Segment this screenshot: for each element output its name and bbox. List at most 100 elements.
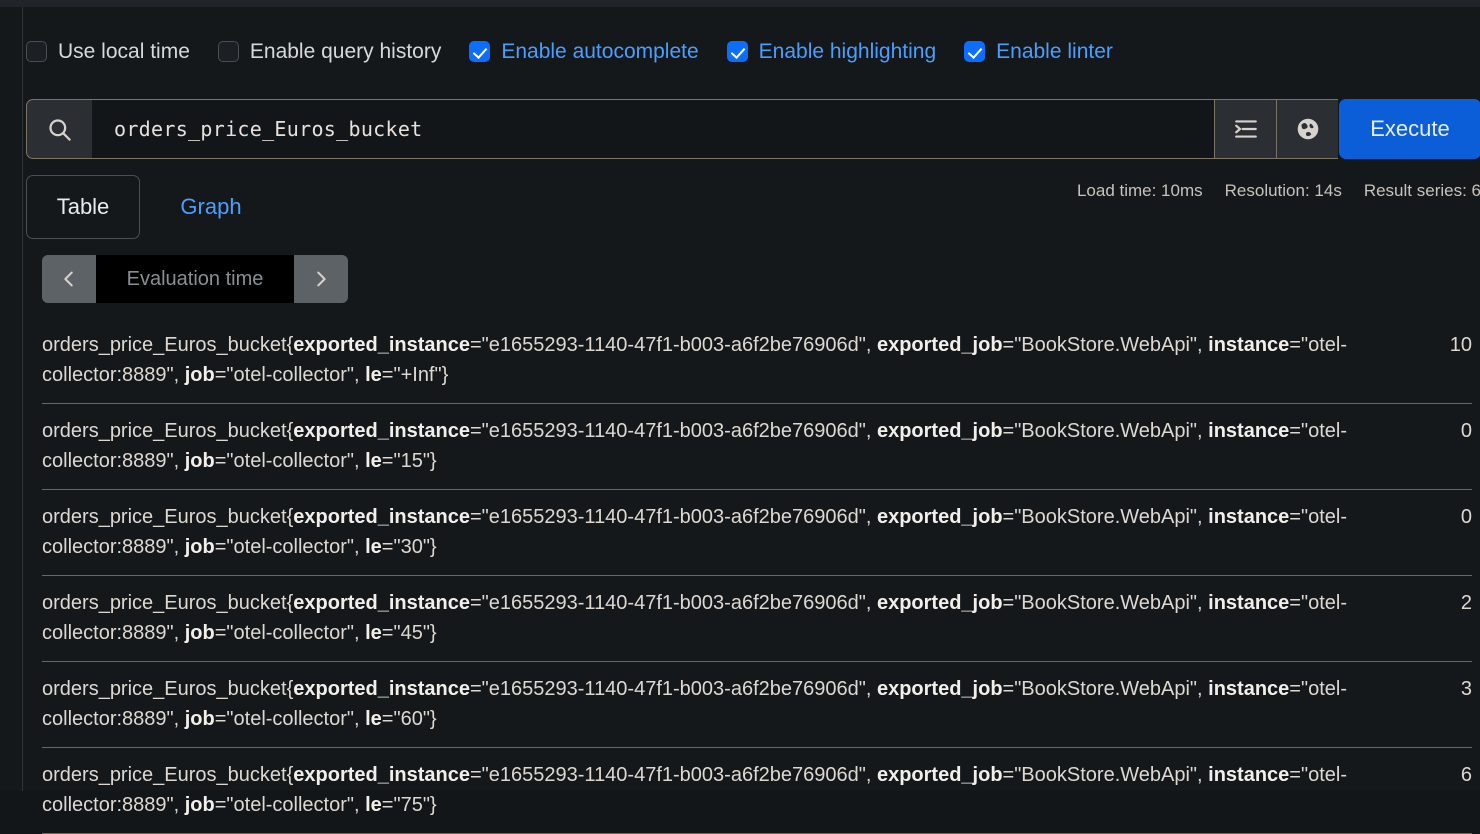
result-tabs-row: Table Graph Load time: 10ms Resolution: … <box>26 175 1480 239</box>
label-value: ="e1655293-1140-47f1-b003-a6f2be76906d", <box>470 592 877 614</box>
label-key: le <box>365 450 382 472</box>
label-key: exported_instance <box>293 764 470 786</box>
label-key: exported_instance <box>293 678 470 700</box>
label-value: ="BookStore.WebApi", <box>1002 506 1209 528</box>
label-value: ="BookStore.WebApi", <box>1002 334 1209 356</box>
checkbox-enable-autocomplete[interactable] <box>469 40 491 62</box>
label-value: ="otel-collector", <box>214 708 366 730</box>
prometheus-expression-browser: Use local time Enable query history Enable… <box>0 0 1480 834</box>
label-key: job <box>184 708 215 730</box>
eval-time-prev-button[interactable] <box>42 255 96 303</box>
evaluation-time-control: Evaluation time <box>42 255 348 303</box>
label-value: ="e1655293-1140-47f1-b003-a6f2be76906d", <box>470 764 877 786</box>
checkbox-enable-linter[interactable] <box>964 40 986 62</box>
option-label: Enable highlighting <box>758 39 937 63</box>
label-key: instance <box>1208 334 1290 356</box>
label-value: ="e1655293-1140-47f1-b003-a6f2be76906d", <box>470 506 877 528</box>
search-button[interactable] <box>26 99 92 159</box>
checkbox-use-local-time[interactable] <box>26 40 47 62</box>
page-top-strip <box>0 0 1480 7</box>
label-key: exported_instance <box>293 592 470 614</box>
query-stats: Load time: 10ms Resolution: 14s Result s… <box>1055 181 1480 201</box>
option-enable-linter[interactable]: Enable linter <box>964 39 1113 63</box>
series-value: 2 <box>1460 592 1472 614</box>
label-value: ="BookStore.WebApi", <box>1002 764 1209 786</box>
results-table: orders_price_Euros_bucket{exported_insta… <box>42 318 1472 834</box>
series-value: 0 <box>1460 506 1472 528</box>
option-label: Enable autocomplete <box>501 39 699 63</box>
query-options-row: Use local time Enable query history Enable… <box>26 33 1141 69</box>
series-name: orders_price_Euros_bucket{exported_insta… <box>42 420 1347 472</box>
table-row: orders_price_Euros_bucket{exported_insta… <box>42 748 1472 834</box>
checkbox-enable-highlighting[interactable] <box>726 40 748 62</box>
load-time-stat: Load time: 10ms <box>1076 181 1203 200</box>
execute-button[interactable]: Execute <box>1339 99 1480 159</box>
option-use-local-time[interactable]: Use local time <box>26 39 190 63</box>
label-value: ="e1655293-1140-47f1-b003-a6f2be76906d", <box>470 334 877 356</box>
label-key: exported_job <box>876 420 1003 442</box>
label-value: ="e1655293-1140-47f1-b003-a6f2be76906d", <box>470 678 877 700</box>
label-key: exported_job <box>876 592 1003 614</box>
option-label: Use local time <box>58 39 190 63</box>
explain-query-button[interactable] <box>1276 99 1338 159</box>
option-enable-autocomplete[interactable]: Enable autocomplete <box>469 39 699 63</box>
label-value: ="75" <box>381 794 430 816</box>
label-key: instance <box>1208 764 1290 786</box>
option-label: Enable linter <box>996 39 1113 63</box>
label-key: le <box>365 536 382 558</box>
label-key: le <box>365 364 382 386</box>
table-row: orders_price_Euros_bucket{exported_insta… <box>42 318 1472 404</box>
series-value: 6 <box>1460 764 1472 786</box>
label-value: ="otel-collector", <box>214 450 366 472</box>
checkbox-enable-query-history[interactable] <box>217 40 239 62</box>
chevron-left-icon <box>58 268 80 290</box>
option-label: Enable query history <box>249 39 442 63</box>
label-key: job <box>184 450 215 472</box>
label-value: ="+Inf" <box>381 364 442 386</box>
label-key: exported_job <box>876 764 1003 786</box>
eval-time-next-button[interactable] <box>294 255 348 303</box>
series-name: orders_price_Euros_bucket{exported_insta… <box>42 506 1347 558</box>
label-key: exported_instance <box>293 420 470 442</box>
label-key: exported_instance <box>293 334 470 356</box>
label-key: instance <box>1208 678 1290 700</box>
label-key: exported_job <box>876 678 1003 700</box>
series-value: 3 <box>1460 678 1472 700</box>
table-row: orders_price_Euros_bucket{exported_insta… <box>42 490 1472 576</box>
table-row: orders_price_Euros_bucket{exported_insta… <box>42 662 1472 748</box>
query-bar: orders_price_Euros_bucket Execute <box>26 99 1480 159</box>
label-key: le <box>365 708 382 730</box>
tab-table[interactable]: Table <box>26 175 140 239</box>
series-name: orders_price_Euros_bucket{exported_insta… <box>42 592 1347 644</box>
label-key: job <box>184 622 215 644</box>
label-value: ="BookStore.WebApi", <box>1002 592 1209 614</box>
tab-graph[interactable]: Graph <box>156 175 266 239</box>
label-value: ="otel-collector", <box>214 622 366 644</box>
label-key: instance <box>1208 506 1290 528</box>
evaluation-time-input[interactable]: Evaluation time <box>96 255 294 303</box>
format-expression-button[interactable] <box>1214 99 1276 159</box>
option-enable-highlighting[interactable]: Enable highlighting <box>726 39 937 63</box>
label-value: ="e1655293-1140-47f1-b003-a6f2be76906d", <box>470 420 877 442</box>
label-value: ="BookStore.WebApi", <box>1002 678 1209 700</box>
label-value: ="45" <box>381 622 430 644</box>
label-key: exported_job <box>876 506 1003 528</box>
option-enable-query-history[interactable]: Enable query history <box>217 39 442 63</box>
label-key: instance <box>1208 592 1290 614</box>
table-row: orders_price_Euros_bucket{exported_insta… <box>42 404 1472 490</box>
label-key: instance <box>1208 420 1290 442</box>
series-name: orders_price_Euros_bucket{exported_insta… <box>42 678 1347 730</box>
label-key: exported_job <box>876 334 1003 356</box>
search-icon <box>46 116 73 143</box>
query-input[interactable]: orders_price_Euros_bucket <box>92 99 1214 159</box>
label-value: ="15" <box>381 450 430 472</box>
label-value: ="otel-collector", <box>214 364 366 386</box>
chevron-right-icon <box>310 268 332 290</box>
label-key: job <box>184 536 215 558</box>
label-value: ="BookStore.WebApi", <box>1002 420 1209 442</box>
format-expression-icon <box>1233 116 1259 142</box>
series-value: 10 <box>1449 334 1472 356</box>
label-value: ="otel-collector", <box>214 536 366 558</box>
series-name: orders_price_Euros_bucket{exported_insta… <box>42 334 1347 386</box>
label-key: le <box>365 794 382 816</box>
